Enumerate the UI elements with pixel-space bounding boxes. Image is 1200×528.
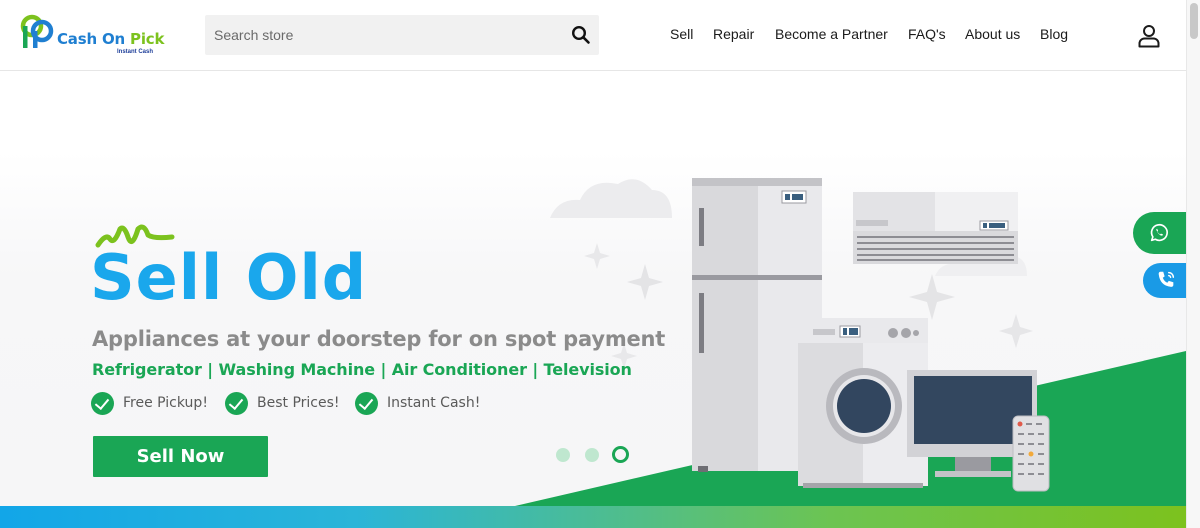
check-circle-icon xyxy=(225,391,248,415)
nav-blog[interactable]: Blog xyxy=(1040,26,1068,42)
carousel-dot-3[interactable] xyxy=(612,446,629,463)
whatsapp-icon xyxy=(1150,223,1168,242)
search-box xyxy=(205,15,599,55)
check-circle-icon xyxy=(355,391,378,415)
sell-now-button[interactable]: Sell Now xyxy=(93,436,268,477)
search-icon[interactable] xyxy=(571,25,591,45)
hero-banner: Sell Old Appliances at your doorstep for… xyxy=(0,71,1186,528)
nav-about-us[interactable]: About us xyxy=(965,26,1020,42)
logo[interactable]: Cash On Pick Instant Cash xyxy=(20,14,170,58)
nav-faqs[interactable]: FAQ's xyxy=(908,26,946,42)
call-button[interactable] xyxy=(1143,263,1186,298)
hero-title: Sell Old xyxy=(90,241,368,314)
logo-mark-icon xyxy=(20,14,54,48)
nav-sell[interactable]: Sell xyxy=(670,26,693,42)
search-input[interactable] xyxy=(205,15,555,55)
carousel-dot-1[interactable] xyxy=(556,448,570,462)
page-scrollbar[interactable] xyxy=(1186,0,1200,528)
carousel-dot-2[interactable] xyxy=(585,448,599,462)
nav-repair[interactable]: Repair xyxy=(713,26,754,42)
feature-label: Best Prices! xyxy=(257,395,340,411)
next-section-strip xyxy=(0,506,1186,528)
check-circle-icon xyxy=(91,391,114,415)
scrollbar-thumb[interactable] xyxy=(1190,3,1198,39)
logo-tagline: Instant Cash xyxy=(117,49,154,55)
logo-text: Cash On Pick xyxy=(57,30,165,48)
user-icon[interactable] xyxy=(1137,24,1161,48)
feature-label: Free Pickup! xyxy=(123,395,208,411)
whatsapp-button[interactable] xyxy=(1133,212,1186,254)
feature-instant-cash: Instant Cash! xyxy=(355,391,480,415)
phone-icon xyxy=(1158,271,1175,287)
feature-best-prices: Best Prices! xyxy=(225,391,340,415)
feature-free-pickup: Free Pickup! xyxy=(91,391,208,415)
hero-subtitle: Appliances at your doorstep for on spot … xyxy=(92,327,666,351)
appliance-categories: Refrigerator | Washing Machine | Air Con… xyxy=(92,360,632,379)
nav-become-a-partner[interactable]: Become a Partner xyxy=(775,26,888,42)
site-header: Cash On Pick Instant Cash Sell Repair Be… xyxy=(0,0,1186,71)
feature-label: Instant Cash! xyxy=(387,395,481,411)
